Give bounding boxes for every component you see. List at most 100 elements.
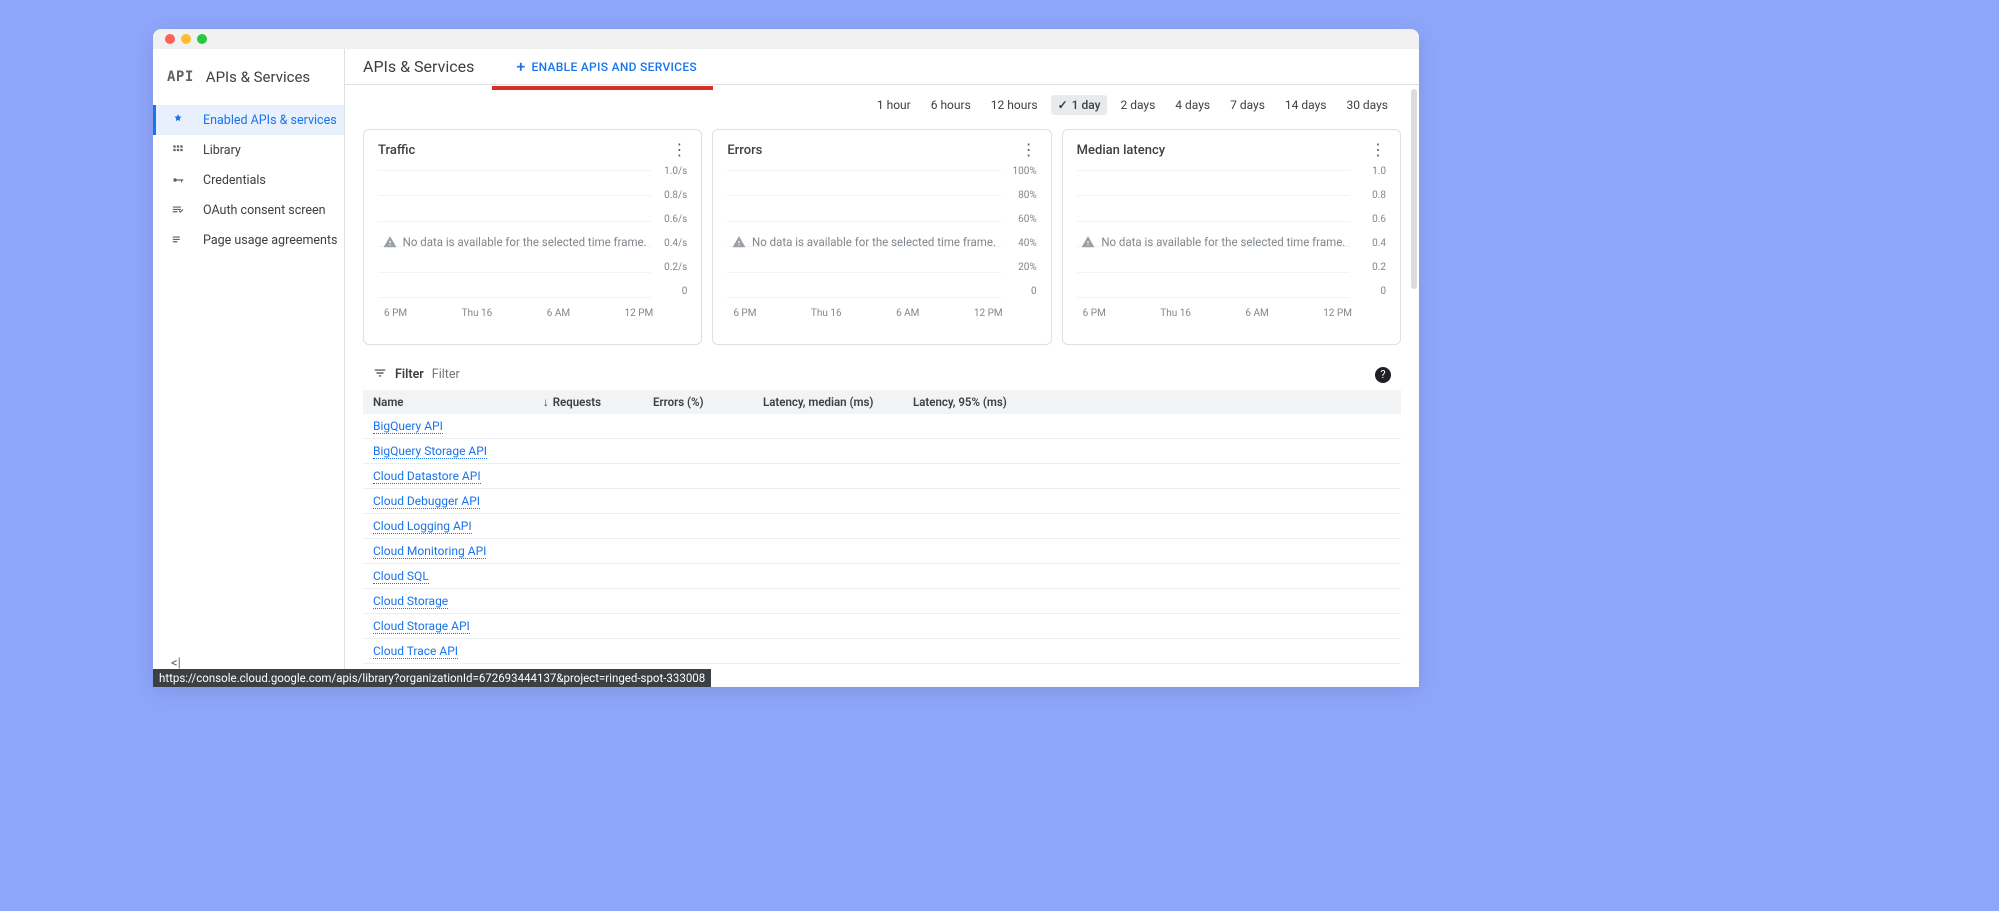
time-chip-4-days[interactable]: 4 days <box>1168 95 1217 115</box>
api-link[interactable]: Cloud Trace API <box>373 644 458 659</box>
api-table: Name↓RequestsErrors (%)Latency, median (… <box>363 390 1401 687</box>
highlight-underline <box>492 86 713 90</box>
nav-icon <box>171 233 185 247</box>
sidebar-item-oauth-consent-screen[interactable]: OAuth consent screen <box>153 195 344 225</box>
col-header-latency-median-ms-[interactable]: Latency, median (ms) <box>753 390 903 414</box>
no-data-message: No data is available for the selected ti… <box>1077 235 1350 249</box>
metric-card-median-latency: Median latency ⋮ 1.00.80.60.40.20 No data i… <box>1062 129 1401 345</box>
more-icon[interactable]: ⋮ <box>1021 142 1037 158</box>
warning-icon <box>1081 235 1095 249</box>
time-chip-6-hours[interactable]: 6 hours <box>924 95 978 115</box>
window-close-icon[interactable] <box>165 34 175 44</box>
x-axis: 6 PMThu 166 AM12 PM <box>1077 308 1354 319</box>
table-row: Cloud Debugger API <box>363 489 1401 514</box>
table-row: Cloud SQL <box>363 564 1401 589</box>
chart-area: 1.0/s0.8/s0.6/s0.4/s0.2/s0 No data is ava… <box>378 164 687 319</box>
nav-label: OAuth consent screen <box>203 203 326 218</box>
table-row: BigQuery Storage API <box>363 439 1401 464</box>
enable-apis-button[interactable]: + ENABLE APIS AND SERVICES <box>510 53 703 80</box>
time-chip-30-days[interactable]: 30 days <box>1339 95 1395 115</box>
api-link[interactable]: BigQuery Storage API <box>373 444 487 459</box>
time-chip-1-day[interactable]: ✓1 day <box>1051 95 1108 115</box>
table-row: Cloud Storage API <box>363 614 1401 639</box>
logo-icon: API <box>167 69 194 85</box>
time-chip-14-days[interactable]: 14 days <box>1278 95 1334 115</box>
more-icon[interactable]: ⋮ <box>1370 142 1386 158</box>
chart-area: 100%80%60%40%20%0 No data is available fo… <box>727 164 1036 319</box>
card-title: Median latency <box>1077 143 1165 158</box>
check-icon: ✓ <box>1058 98 1068 112</box>
filter-input[interactable] <box>432 367 1367 382</box>
x-axis: 6 PMThu 166 AM12 PM <box>727 308 1004 319</box>
card-title: Traffic <box>378 143 415 158</box>
metrics-cards-row: Traffic ⋮ 1.0/s0.8/s0.6/s0.4/s0.2/s0 No dat… <box>363 129 1401 345</box>
window-minimize-icon[interactable] <box>181 34 191 44</box>
time-chip-1-hour[interactable]: 1 hour <box>870 95 918 115</box>
sidebar-item-enabled-apis-services[interactable]: Enabled APIs & services <box>153 105 344 135</box>
col-header-errors-[interactable]: Errors (%) <box>643 390 753 414</box>
api-link[interactable]: Cloud Debugger API <box>373 494 480 509</box>
no-data-message: No data is available for the selected ti… <box>378 235 651 249</box>
help-icon[interactable]: ? <box>1375 367 1391 383</box>
api-link[interactable]: BigQuery API <box>373 419 443 434</box>
time-chip-7-days[interactable]: 7 days <box>1223 95 1272 115</box>
filter-icon <box>373 365 387 384</box>
window-maximize-icon[interactable] <box>197 34 207 44</box>
table-row: BigQuery API <box>363 414 1401 439</box>
api-link[interactable]: Cloud Storage <box>373 594 448 609</box>
time-chip-2-days[interactable]: 2 days <box>1113 95 1162 115</box>
sidebar: API APIs & Services Enabled APIs & servi… <box>153 49 345 687</box>
col-header-name[interactable]: Name <box>363 390 533 414</box>
nav-label: Credentials <box>203 173 266 188</box>
table-row: Cloud Logging API <box>363 514 1401 539</box>
scrollbar[interactable] <box>1411 89 1417 289</box>
y-axis: 1.00.80.60.40.20 <box>1372 166 1386 297</box>
sidebar-item-credentials[interactable]: Credentials <box>153 165 344 195</box>
table-row: Cloud Trace API <box>363 639 1401 664</box>
filter-bar: Filter ? <box>363 359 1401 390</box>
sidebar-item-page-usage-agreements[interactable]: Page usage agreements <box>153 225 344 255</box>
topbar: APIs & Services + ENABLE APIS AND SERVIC… <box>345 49 1419 85</box>
time-range-selector: 1 hour 6 hours 12 hours ✓1 day2 days 4 days 7… <box>363 95 1395 115</box>
col-header-requests[interactable]: ↓Requests <box>533 390 643 414</box>
api-link[interactable]: Cloud Datastore API <box>373 469 481 484</box>
product-title: APIs & Services <box>206 68 310 86</box>
warning-icon <box>383 235 397 249</box>
nav-icon <box>171 113 185 127</box>
nav-icon <box>171 173 185 187</box>
window-titlebar <box>153 29 1419 49</box>
metric-card-traffic: Traffic ⋮ 1.0/s0.8/s0.6/s0.4/s0.2/s0 No dat… <box>363 129 702 345</box>
nav-icon <box>171 203 185 217</box>
nav-icon <box>171 143 185 157</box>
time-chip-12-hours[interactable]: 12 hours <box>984 95 1045 115</box>
nav-label: Enabled APIs & services <box>203 113 337 128</box>
nav-label: Page usage agreements <box>203 233 338 248</box>
api-link[interactable]: Cloud Monitoring API <box>373 544 486 559</box>
table-row: Cloud Datastore API <box>363 464 1401 489</box>
enable-apis-label: ENABLE APIS AND SERVICES <box>532 60 697 74</box>
sort-arrow-icon: ↓ <box>543 395 549 409</box>
more-icon[interactable]: ⋮ <box>671 142 687 158</box>
api-link[interactable]: Cloud SQL <box>373 569 429 584</box>
plus-icon: + <box>516 57 525 76</box>
filter-label: Filter <box>395 367 424 382</box>
page-title: APIs & Services <box>363 57 474 76</box>
col-header-latency-ms-[interactable]: Latency, 95% (ms) <box>903 390 1401 414</box>
window-frame: API APIs & Services Enabled APIs & servi… <box>153 29 1419 687</box>
content-area: 1 hour 6 hours 12 hours ✓1 day2 days 4 days 7… <box>345 85 1419 687</box>
api-link[interactable]: Cloud Storage API <box>373 619 470 634</box>
card-title: Errors <box>727 143 762 158</box>
metric-card-errors: Errors ⋮ 100%80%60%40%20%0 No data is avail… <box>712 129 1051 345</box>
chart-area: 1.00.80.60.40.20 No data is available for… <box>1077 164 1386 319</box>
x-axis: 6 PMThu 166 AM12 PM <box>378 308 655 319</box>
no-data-message: No data is available for the selected ti… <box>727 235 1000 249</box>
warning-icon <box>732 235 746 249</box>
table-row: Cloud Monitoring API <box>363 539 1401 564</box>
api-link[interactable]: Cloud Logging API <box>373 519 472 534</box>
nav-label: Library <box>203 143 241 158</box>
status-bar: https://console.cloud.google.com/apis/li… <box>153 669 711 687</box>
sidebar-item-library[interactable]: Library <box>153 135 344 165</box>
y-axis: 1.0/s0.8/s0.6/s0.4/s0.2/s0 <box>664 166 687 297</box>
table-row: Cloud Storage <box>363 589 1401 614</box>
y-axis: 100%80%60%40%20%0 <box>1012 166 1036 297</box>
